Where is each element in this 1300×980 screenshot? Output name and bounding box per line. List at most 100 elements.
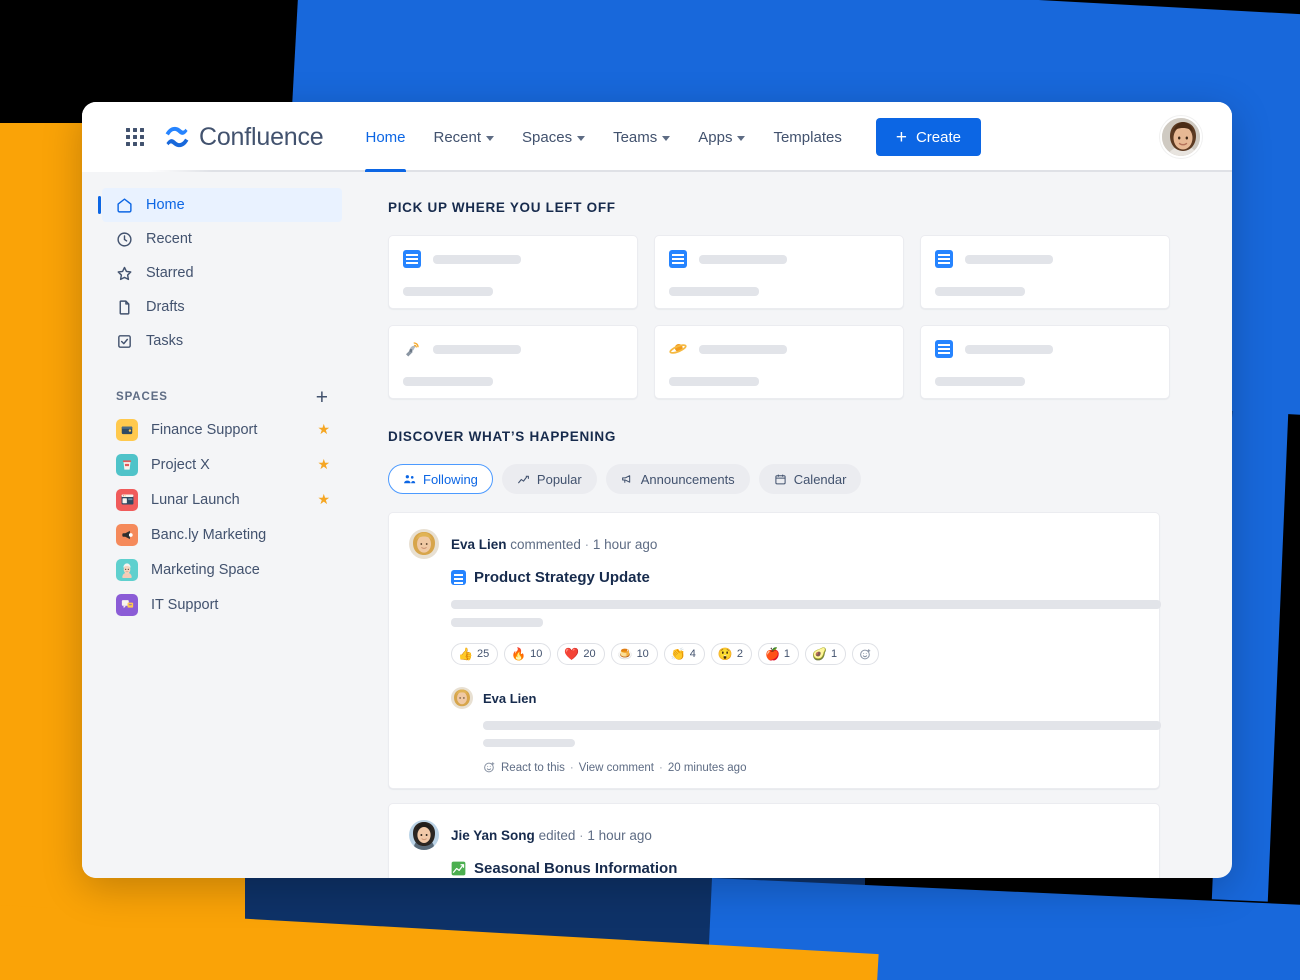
feed-item-title[interactable]: Seasonal Bonus Information [451,860,1139,877]
app-body: Home Recent Starred Drafts Tasks SPACES … [82,172,1232,878]
following-people-icon [404,474,416,483]
sidebar-space-it-support[interactable]: IT Support [82,587,360,622]
sidebar-space-label: Banc.ly Marketing [151,526,267,543]
sidebar-space-bancly-marketing[interactable]: Banc.ly Marketing [82,517,360,552]
pickup-card[interactable] [654,325,904,399]
star-icon[interactable]: ★ [317,456,330,473]
react-to-this-button[interactable]: React to this [501,762,565,774]
avatar[interactable] [409,529,439,559]
nav-item-apps[interactable]: Apps [684,102,759,172]
heart-reaction[interactable]: ❤️ 20 [557,643,605,665]
support-space-icon [116,593,138,616]
comment-timestamp: 20 minutes ago [667,761,747,774]
ringed-planet-emoji [669,343,687,354]
tab-following[interactable]: Following [388,464,493,494]
confluence-app-window: Confluence Home Recent Spaces Teams Apps… [82,102,1232,878]
reaction-count: 20 [583,648,596,660]
reaction-count: 10 [530,648,543,660]
astonished-reaction[interactable]: 😲 2 [710,643,752,665]
support-glyph [121,600,133,609]
satellite-antenna-emoji [406,342,419,357]
top-nav-items: Home Recent Spaces Teams Apps Templates [351,102,855,172]
person-space-icon [116,558,138,581]
trend-chart-icon [518,475,529,483]
star-icon[interactable]: ★ [317,491,330,508]
pickup-card[interactable] [388,325,638,399]
thumbs-up-reaction[interactable]: 👍 25 [451,643,499,665]
person-glyph [122,562,132,578]
avocado-reaction[interactable]: 🥑 1 [805,643,847,665]
avatar-photo-eva-lien-small [451,687,473,709]
pickup-card[interactable] [920,325,1170,399]
user-avatar[interactable] [1160,116,1202,158]
sidebar-item-recent[interactable]: Recent [102,222,342,256]
skeleton-subtitle-bar [935,287,1025,296]
reaction-count: 4 [689,648,696,660]
blue-document-emoji [669,250,687,268]
discover-tabs: Following Popular Announcements Calendar [388,464,1232,494]
chart-increasing-yen-emoji [451,861,466,876]
pickup-card[interactable] [920,235,1170,309]
app-switcher-grid-icon[interactable] [126,128,144,146]
sidebar-space-label: Project X [151,456,210,473]
wallet-space-icon [116,418,138,441]
reaction-emoji: 🍮 [617,647,633,661]
avatar[interactable] [409,820,439,850]
tab-announcements[interactable]: Announcements [605,464,750,494]
skeleton-title-bar [965,254,1053,264]
megaphone-glyph [122,530,133,539]
reaction-bar: 👍 25 🔥 10 ❤️ 20 🍮 10 👏 4 😲 2 🍎 1 🥑 1 [451,643,1139,665]
comment-actions: React to this · View comment · 20 minute… [451,761,1139,774]
sidebar-space-finance-support[interactable]: Finance Support ★ [82,412,360,447]
view-comment-button[interactable]: View comment [579,762,654,774]
feed-comment: Eva Lien React to this · View comment · … [409,687,1161,774]
nav-item-spaces[interactable]: Spaces [508,102,599,172]
pickup-card[interactable] [388,235,638,309]
add-reaction-icon[interactable] [852,643,880,665]
clock-icon [117,231,132,247]
add-space-button[interactable]: + [316,387,328,408]
feed-item-body: Product Strategy Update 👍 25 🔥 10 ❤️ 20 … [409,569,1161,665]
nav-item-home[interactable]: Home [351,102,419,172]
apple-reaction[interactable]: 🍎 1 [757,643,800,665]
feed-item-header: Jie Yan Song edited · 1 hour ago [409,820,1139,850]
reaction-emoji: 👍 [458,647,473,661]
skeleton-subtitle-bar [403,287,493,296]
fire-reaction[interactable]: 🔥 10 [504,643,552,665]
avatar[interactable] [451,687,473,709]
confluence-brand[interactable]: Confluence [164,123,324,152]
tab-popular[interactable]: Popular [501,464,597,494]
skeleton-subtitle-bar [935,377,1025,386]
sidebar-item-drafts-label: Drafts [146,299,185,315]
clap-reaction[interactable]: 👏 4 [663,643,705,665]
sidebar-space-marketing-space[interactable]: Marketing Space [82,552,360,587]
cup-space-icon [116,453,138,476]
create-button[interactable]: + Create [875,118,981,156]
sidebar-item-starred[interactable]: Starred [102,256,342,290]
meta-separator: · [584,536,590,552]
add-reaction-icon[interactable] [483,761,496,774]
reaction-emoji: 🥑 [812,647,827,661]
sidebar-space-lunar-launch[interactable]: Lunar Launch ★ [82,482,360,517]
browser-glyph [121,494,133,505]
star-outline-icon [117,266,132,280]
skeleton-title-bar [699,344,787,354]
nav-item-recent[interactable]: Recent [420,102,509,172]
chevron-down-icon [486,135,495,141]
tab-calendar[interactable]: Calendar [758,464,862,494]
avatar-photo-jie-yan-song [409,820,439,850]
nav-item-templates[interactable]: Templates [759,102,855,172]
sidebar-item-home[interactable]: Home [98,188,342,222]
star-icon[interactable]: ★ [317,421,330,438]
pickup-card-top [669,250,889,268]
browser-space-icon [116,488,138,511]
custard-reaction[interactable]: 🍮 10 [610,643,658,665]
sidebar-item-tasks[interactable]: Tasks [102,324,342,358]
nav-item-teams[interactable]: Teams [599,102,684,172]
sidebar-space-project-x[interactable]: Project X ★ [82,447,360,482]
pickup-card[interactable] [654,235,904,309]
sidebar-item-drafts[interactable]: Drafts [102,290,342,324]
feed-item-title[interactable]: Product Strategy Update [451,569,1139,586]
skeleton-subtitle-bar [669,377,759,386]
feed-author-name: Jie Yan Song [451,827,535,843]
